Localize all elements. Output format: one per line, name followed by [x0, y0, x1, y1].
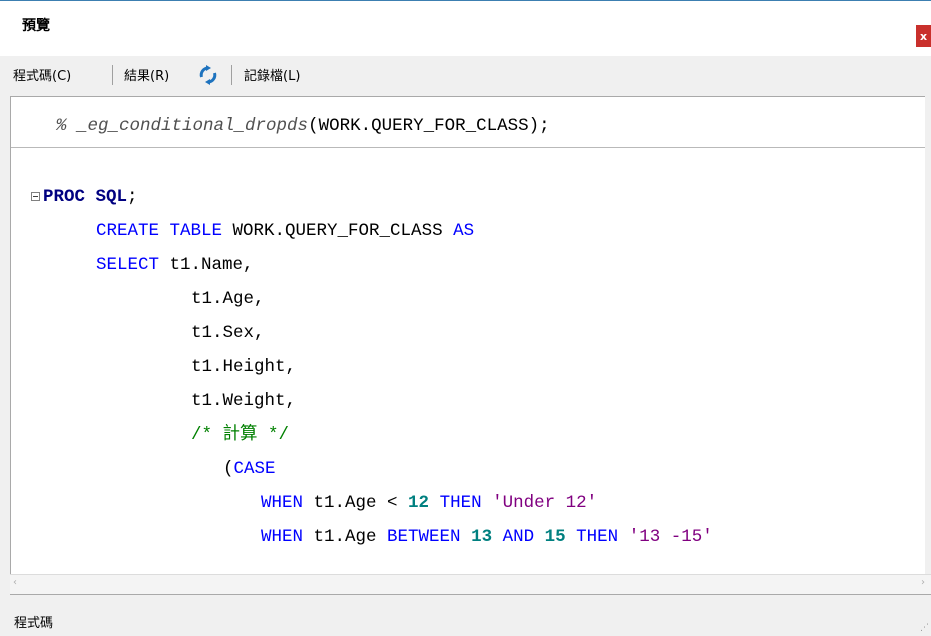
window-title: 預覽 [22, 18, 50, 34]
tab-code[interactable]: 程式碼(C) [13, 65, 71, 84]
code-line: WHEN t1.Age < 12 THEN 'Under 12' [261, 488, 597, 518]
code-line: CREATE TABLE WORK.QUERY_FOR_CLASS AS [96, 216, 474, 246]
code-line: t1.Age, [191, 284, 265, 314]
code-token: '13 -15' [628, 527, 713, 547]
code-token: t1.Name, [159, 255, 254, 275]
code-token: t1.Weight, [191, 391, 297, 411]
code-token: CASE [233, 459, 276, 479]
code-token: 15 [544, 527, 566, 547]
code-token: ( [223, 459, 234, 479]
code-token: ; [127, 187, 138, 207]
code-token: 13 [471, 527, 493, 547]
code-line: /* 計算 */ [191, 420, 289, 450]
code-editor[interactable]: % _eg_conditional_dropds(WORK.QUERY_FOR_… [10, 96, 931, 595]
code-token: t1.Height, [191, 357, 297, 377]
code-token: WHEN [261, 527, 304, 547]
status-text: 程式碼 [14, 616, 54, 631]
refresh-icon[interactable] [197, 64, 219, 86]
close-icon: x [919, 29, 928, 43]
code-token: AS [453, 221, 475, 241]
code-line: SELECT t1.Name, [96, 250, 254, 280]
code-token: t1.Age, [191, 289, 265, 309]
horizontal-scrollbar[interactable]: ‹ › [10, 574, 931, 594]
code-line: % _eg_conditional_dropds(WORK.QUERY_FOR_… [56, 111, 550, 141]
code-token: WHEN [261, 493, 304, 513]
code-token: t1.Age [303, 527, 388, 547]
resize-grip-icon[interactable]: ⋰ [920, 623, 929, 633]
title-bar: 預覽 x [0, 0, 931, 56]
code-line: PROC SQL; [43, 182, 138, 212]
close-button[interactable]: x [916, 25, 931, 47]
toolbar: 程式碼(C) 結果(R) 記錄檔(L) [0, 56, 931, 96]
tab-log[interactable]: 記錄檔(L) [244, 65, 300, 84]
scroll-right-icon[interactable]: › [921, 577, 925, 588]
code-token: CREATE TABLE [96, 221, 223, 241]
code-token: 12 [408, 493, 430, 513]
code-line: t1.Height, [191, 352, 296, 382]
code-token: THEN [439, 493, 482, 513]
code-token: t1.Sex, [191, 323, 265, 343]
code-token: PROC SQL [43, 187, 128, 207]
collapse-toggle-icon[interactable] [31, 192, 40, 201]
code-token: 'Under 12' [492, 493, 598, 513]
code-line: (CASE [223, 454, 276, 484]
toolbar-separator [112, 65, 113, 85]
code-line: WHEN t1.Age BETWEEN 13 AND 15 THEN '13 -… [261, 522, 713, 552]
vertical-scrollbar[interactable] [925, 96, 931, 574]
code-token: SELECT [96, 255, 160, 275]
scroll-left-icon[interactable]: ‹ [13, 577, 17, 588]
code-token: t1.Age < [303, 493, 409, 513]
code-token: (WORK.QUERY_FOR_CLASS); [308, 116, 550, 136]
status-bar: 程式碼 ⋰ [0, 595, 931, 636]
code-token: WORK.QUERY_FOR_CLASS [222, 221, 454, 241]
code-token: AND [502, 527, 535, 547]
code-token: _eg_conditional_dropds [77, 116, 309, 136]
code-line: t1.Sex, [191, 318, 265, 348]
code-token: /* 計算 */ [191, 425, 290, 445]
tab-results[interactable]: 結果(R) [124, 65, 169, 84]
code-line: t1.Weight, [191, 386, 296, 416]
code-token: THEN [576, 527, 619, 547]
code-token: % [56, 116, 78, 136]
code-token: BETWEEN [387, 527, 461, 547]
toolbar-separator [231, 65, 232, 85]
